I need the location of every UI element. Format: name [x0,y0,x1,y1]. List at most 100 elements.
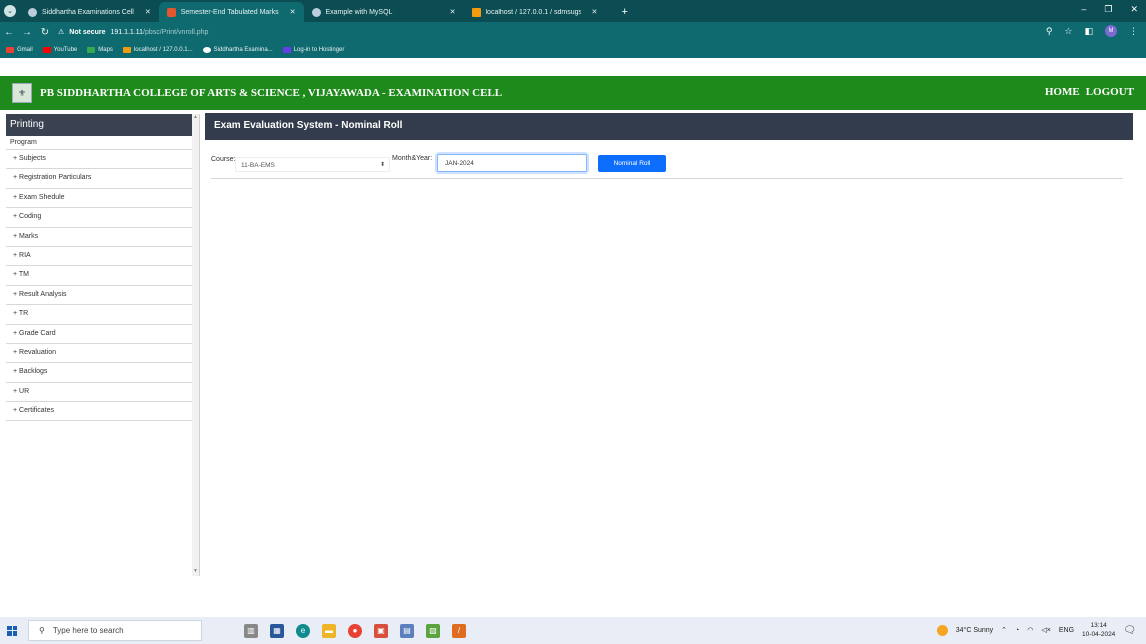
maps-icon [87,47,96,53]
sidebar-item-ria[interactable]: + RIA [6,247,193,267]
file-explorer-icon[interactable]: ▬ [322,623,336,638]
forward-icon[interactable]: → [18,27,36,38]
sidebar-heading: Printing [6,114,193,136]
edge-icon[interactable]: e [296,623,310,638]
chevron-up-icon[interactable]: ⌃ [1001,626,1007,634]
address-bar: ← → ↻ ⚠ Not secure 191.1.1.11/pbsc/Print… [0,22,1146,42]
notepad-icon[interactable]: ▧ [426,623,440,638]
back-icon[interactable]: ← [0,27,18,38]
star-icon[interactable]: ☆ [1064,26,1072,37]
logout-link[interactable]: LOGOUT [1086,86,1134,98]
sidebar-item-coding[interactable]: + Coding [6,208,193,228]
restore-icon[interactable]: ❐ [1104,4,1112,15]
browser-tab-3[interactable]: Example with MySQL ✕ [304,2,464,22]
youtube-icon [42,47,51,53]
close-icon[interactable]: ✕ [450,8,456,16]
close-icon[interactable]: ✕ [145,8,151,16]
profile-avatar[interactable]: M [1105,25,1117,37]
course-label: Course: [211,156,236,163]
browser-tab-1[interactable]: Siddhartha Examinations Cell ✕ [20,2,159,22]
network-icon[interactable]: ◔ [1015,627,1019,634]
bookmark-youtube[interactable]: YouTube [42,47,77,53]
volume-icon[interactable]: ◁× [1041,626,1050,634]
sidebar-item-backlogs[interactable]: + Backlogs [6,363,193,383]
tab-title: Semester-End Tabulated Marks [180,8,279,16]
close-window-icon[interactable]: ✕ [1130,4,1138,15]
weather-text[interactable]: 34°C Sunny [956,627,993,634]
course-select-value: 11-BA-EMS [241,162,275,169]
url-field[interactable]: ⚠ Not secure 191.1.1.11/pbsc/Print/vnrol… [58,28,209,37]
phpmyadmin-icon [471,7,481,17]
panel-title: Exam Evaluation System - Nominal Roll [205,113,1133,140]
monthyear-label: Month&Year: [392,155,433,162]
scroll-down-icon[interactable]: ▼ [192,568,199,576]
bookmark-hostinger[interactable]: Log-in to Hostinger [282,47,344,53]
sidebar-item-result-analysis[interactable]: + Result Analysis [6,286,193,306]
minimize-icon[interactable]: – [1081,4,1086,15]
url-host: 191.1.1.11 [110,28,144,36]
course-select[interactable]: 11-BA-EMS ⬍ [235,157,390,172]
close-icon[interactable]: ✕ [592,8,598,16]
scroll-up-icon[interactable]: ▲ [192,114,199,122]
site-header: ⚜ PB SIDDHARTHA COLLEGE OF ARTS & SCIENC… [0,76,1146,110]
clock-date: 10-04-2024 [1082,631,1116,638]
gmail-icon [6,47,14,53]
weather-sun-icon [936,624,948,636]
sidebar-item-program[interactable]: Program [6,136,193,150]
sidebar-item-tm[interactable]: + TM [6,266,193,286]
sidebar-item-subjects[interactable]: + Subjects [6,150,193,170]
tab-title: Siddhartha Examinations Cell [42,8,134,16]
monthyear-input[interactable]: JAN-2024 [437,154,587,172]
notes-app-icon[interactable]: ▤ [400,623,414,638]
sidebar-item-marks[interactable]: + Marks [6,228,193,247]
close-icon[interactable]: ✕ [290,8,296,16]
sidebar-item-ur[interactable]: + UR [6,383,193,403]
zoom-icon[interactable]: ⚲ [1046,26,1053,37]
bookmark-label: Maps [98,47,113,53]
sidebar-item-tr[interactable]: + TR [6,305,193,325]
sidebar-item-registration[interactable]: + Registration Particulars [6,169,193,189]
task-view-icon[interactable]: ▥ [244,623,258,638]
wifi-icon[interactable]: ◠ [1027,626,1033,634]
sublime-icon[interactable]: / [452,623,466,638]
college-logo: ⚜ [12,83,32,103]
app-icon [166,7,176,17]
bookmark-localhost[interactable]: localhost / 127.0.0.1... [122,47,193,53]
app-icon[interactable]: ▣ [374,623,388,638]
nominal-roll-button[interactable]: Nominal Roll [598,155,666,172]
calendar-app-icon[interactable]: ▦ [270,623,284,638]
chevron-down-icon: ⌄ [4,5,16,17]
sidebar-item-certificates[interactable]: + Certificates [6,402,193,422]
sidebar-item-revaluation[interactable]: + Revaluation [6,344,193,364]
search-icon: ⚲ [39,626,45,635]
start-button[interactable] [0,617,24,644]
window-controls: – ❐ ✕ [1081,4,1138,15]
notification-icon[interactable]: 🗨 [1123,625,1136,636]
tab-search-button[interactable]: ⌄ [0,0,20,22]
chrome-icon[interactable]: ● [348,623,362,638]
url-path: /pbsc/Print/vnroll.php [143,28,209,36]
new-tab-button[interactable]: + [614,2,636,22]
taskbar-search-placeholder: Type here to search [52,626,124,635]
bookmark-gmail[interactable]: Gmail [6,47,33,53]
globe-icon [311,7,321,17]
reload-icon[interactable]: ↻ [36,27,54,38]
sidebar-item-exam-shedule[interactable]: + Exam Shedule [6,189,193,209]
clock[interactable]: 13:14 10-04-2024 [1082,621,1115,639]
sidebar-scrollbar[interactable]: ▲ ▼ [192,114,199,576]
language-indicator[interactable]: ENG [1059,627,1074,634]
sidebar-item-grade-card[interactable]: + Grade Card [6,325,193,344]
menu-icon[interactable]: ⋮ [1129,26,1138,37]
bookmark-maps[interactable]: Maps [87,47,113,53]
bookmark-label: localhost / 127.0.0.1... [133,47,193,53]
taskbar-search[interactable]: ⚲ Type here to search [28,620,202,641]
bookmark-siddhartha[interactable]: Siddhartha Examina... [202,47,273,53]
taskbar-apps: ▥ ▦ e ▬ ● ▣ ▤ ▧ / [244,623,466,638]
browser-tab-2[interactable]: Semester-End Tabulated Marks ✕ [158,2,304,22]
site-title: PB SIDDHARTHA COLLEGE OF ARTS & SCIENCE … [40,87,503,99]
bookmark-label: Siddhartha Examina... [213,47,273,53]
globe-icon [28,7,37,17]
browser-tab-4[interactable]: localhost / 127.0.0.1 / sdmsugs ✕ [464,2,614,22]
sidepanel-icon[interactable]: ◧ [1084,26,1093,37]
home-link[interactable]: HOME [1045,86,1080,98]
